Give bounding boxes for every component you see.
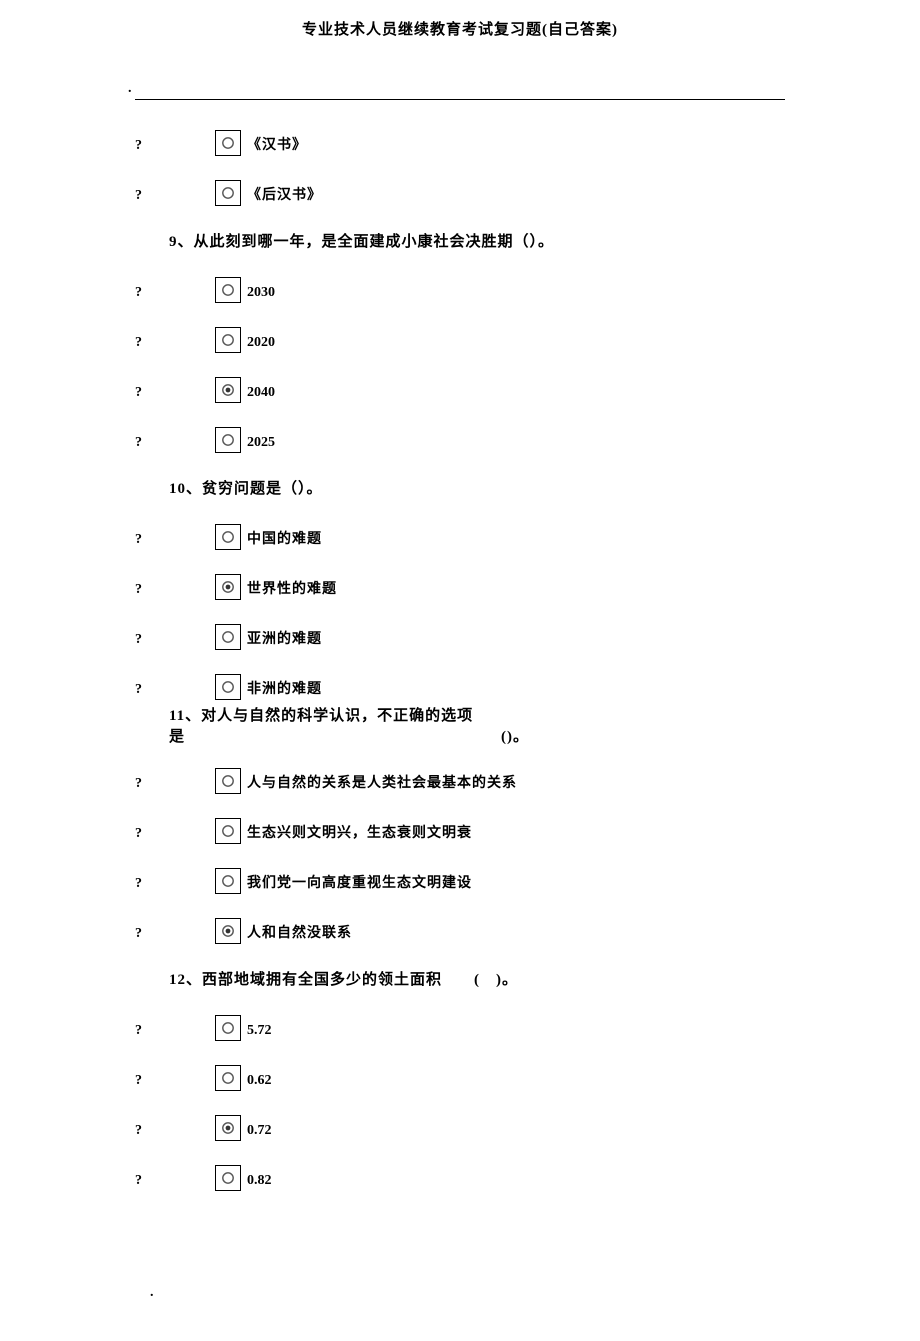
q10-option-2: ? 亚洲的难题 [135, 624, 785, 650]
radio-unselected-icon[interactable] [215, 818, 241, 844]
question-mark: ? [135, 1123, 215, 1141]
radio-unselected-icon[interactable] [215, 1015, 241, 1041]
q12-option-3: ? 0.82 [135, 1165, 785, 1191]
question-mark: ? [135, 385, 215, 403]
pre9-option-1: ? 《后汉书》 [135, 180, 785, 206]
q11-option-label-2: 我们党一向高度重视生态文明建设 [247, 872, 472, 894]
pre9-option-0: ? 《汉书》 [135, 130, 785, 156]
q10-option-label-1: 世界性的难题 [247, 578, 337, 600]
page-root: 专业技术人员继续教育考试复习题(自己答案) . ? 《汉书》? 《后汉书》 9、从此… [0, 0, 920, 1341]
question-11: 11、对人与自然的科学认识，不正确的选项 是 ()。 [169, 704, 785, 746]
question-mark: ? [135, 1073, 215, 1091]
q9-option-label-1: 2020 [247, 335, 275, 353]
radio-unselected-icon[interactable] [215, 130, 241, 156]
q10-option-label-0: 中国的难题 [247, 528, 322, 550]
question-mark: ? [135, 435, 215, 453]
question-mark: ? [135, 826, 215, 844]
q11-option-label-3: 人和自然没联系 [247, 922, 352, 944]
radio-unselected-icon[interactable] [215, 277, 241, 303]
question-mark: ? [135, 188, 215, 206]
question-mark: ? [135, 335, 215, 353]
q12-option-1: ? 0.62 [135, 1065, 785, 1091]
q10-option-3: ? 非洲的难题 [135, 674, 785, 700]
q9-option-0: ? 2030 [135, 277, 785, 303]
q11-option-2: ? 我们党一向高度重视生态文明建设 [135, 868, 785, 894]
question-10: 10、贫穷问题是（）。 [169, 477, 785, 498]
q10-option-label-2: 亚洲的难题 [247, 628, 322, 650]
question-mark: ? [135, 1023, 215, 1041]
q9-option-label-2: 2040 [247, 385, 275, 403]
question-mark: ? [135, 1173, 215, 1191]
q12-option-label-1: 0.62 [247, 1073, 272, 1091]
q12-option-label-0: 5.72 [247, 1023, 272, 1041]
question-mark: ? [135, 532, 215, 550]
radio-selected-icon[interactable] [215, 918, 241, 944]
radio-unselected-icon[interactable] [215, 427, 241, 453]
q11-line2-left: 是 [169, 725, 185, 746]
q11-option-label-1: 生态兴则文明兴，生态衰则文明衰 [247, 822, 472, 844]
q11-option-label-0: 人与自然的关系是人类社会最基本的关系 [247, 772, 517, 794]
q11-option-0: ? 人与自然的关系是人类社会最基本的关系 [135, 768, 785, 794]
q10-option-0: ? 中国的难题 [135, 524, 785, 550]
q9-option-3: ? 2025 [135, 427, 785, 453]
radio-selected-icon[interactable] [215, 1115, 241, 1141]
radio-unselected-icon[interactable] [215, 1065, 241, 1091]
question-mark: ? [135, 876, 215, 894]
radio-unselected-icon[interactable] [215, 624, 241, 650]
q11-line1: 11、对人与自然的科学认识，不正确的选项 [169, 704, 473, 725]
pre9-option-label-1: 《后汉书》 [247, 184, 322, 206]
content-area: ? 《汉书》? 《后汉书》 9、从此刻到哪一年，是全面建成小康社会决胜期（）。 ? 2… [0, 100, 920, 1255]
top-dot-mark: . [0, 39, 920, 97]
question-mark: ? [135, 776, 215, 794]
radio-unselected-icon[interactable] [215, 674, 241, 700]
radio-unselected-icon[interactable] [215, 768, 241, 794]
question-12: 12、西部地域拥有全国多少的领土面积 ( )。 [169, 968, 785, 989]
question-mark: ? [135, 582, 215, 600]
q11-option-3: ? 人和自然没联系 [135, 918, 785, 944]
q9-option-label-0: 2030 [247, 285, 275, 303]
q9-option-2: ? 2040 [135, 377, 785, 403]
q11-line2-right: ()。 [501, 725, 529, 746]
bottom-dot-mark: . [0, 1255, 920, 1341]
question-mark: ? [135, 138, 215, 156]
radio-unselected-icon[interactable] [215, 1165, 241, 1191]
question-mark: ? [135, 926, 215, 944]
q9-option-label-3: 2025 [247, 435, 275, 453]
radio-selected-icon[interactable] [215, 377, 241, 403]
q12-option-2: ? 0.72 [135, 1115, 785, 1141]
question-9: 9、从此刻到哪一年，是全面建成小康社会决胜期（）。 [169, 230, 785, 251]
q12-option-0: ? 5.72 [135, 1015, 785, 1041]
question-mark: ? [135, 285, 215, 303]
q10-option-1: ? 世界性的难题 [135, 574, 785, 600]
pre9-option-label-0: 《汉书》 [247, 134, 307, 156]
q12-option-label-2: 0.72 [247, 1123, 272, 1141]
radio-selected-icon[interactable] [215, 574, 241, 600]
q12-option-label-3: 0.82 [247, 1173, 272, 1191]
radio-unselected-icon[interactable] [215, 327, 241, 353]
question-mark: ? [135, 632, 215, 650]
q10-option-label-3: 非洲的难题 [247, 678, 322, 700]
radio-unselected-icon[interactable] [215, 868, 241, 894]
q11-option-1: ? 生态兴则文明兴，生态衰则文明衰 [135, 818, 785, 844]
page-title: 专业技术人员继续教育考试复习题(自己答案) [0, 0, 920, 39]
radio-unselected-icon[interactable] [215, 180, 241, 206]
radio-unselected-icon[interactable] [215, 524, 241, 550]
q9-option-1: ? 2020 [135, 327, 785, 353]
question-mark: ? [135, 682, 215, 700]
